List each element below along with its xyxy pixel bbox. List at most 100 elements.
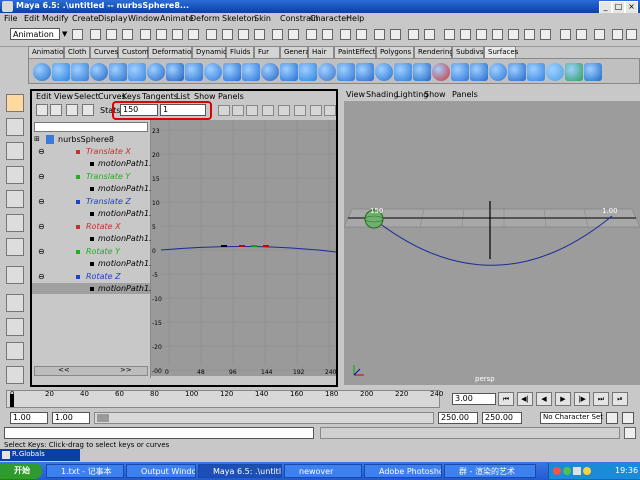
surface-tool-icon[interactable] <box>242 63 260 81</box>
tangent-icon[interactable] <box>232 105 244 116</box>
toolbox-tool-icon[interactable] <box>6 294 24 312</box>
status-line-icon[interactable] <box>340 29 351 40</box>
taskbar-item[interactable]: Maya 6.5: .\untitle... <box>198 464 282 478</box>
taskbar-item[interactable]: Output Window <box>126 464 196 478</box>
status-line-icon[interactable] <box>156 29 167 40</box>
surface-tool-icon[interactable] <box>147 63 165 81</box>
toolbox-tool-icon[interactable] <box>6 142 24 160</box>
status-line-icon[interactable] <box>172 29 183 40</box>
playback-start-field[interactable]: 1.00 <box>52 412 90 424</box>
expand-icon[interactable]: ⊞ <box>34 136 40 143</box>
status-line-icon[interactable] <box>460 29 471 40</box>
status-line-icon[interactable] <box>612 29 623 40</box>
channel-item[interactable]: Translate X <box>86 148 131 156</box>
toolbox-tool-icon[interactable] <box>6 118 24 136</box>
graph-editor-menu-list[interactable]: List <box>176 93 190 101</box>
menu-item-window[interactable]: Window <box>128 15 160 23</box>
toolbox-tool-icon[interactable] <box>6 190 24 208</box>
mel-input[interactable] <box>4 427 314 439</box>
toolbox-tool-icon[interactable] <box>6 318 24 336</box>
menu-item-edit[interactable]: Edit <box>24 15 40 23</box>
graph-editor-menu-panels[interactable]: Panels <box>218 93 244 101</box>
viewport-canvas[interactable]: 150 1.00 persp <box>344 101 640 385</box>
taskbar-item[interactable]: newover <box>284 464 362 478</box>
surface-tool-icon[interactable] <box>280 63 298 81</box>
shelf-tab-custom[interactable]: Custom <box>118 46 149 58</box>
graph-editor-menu-view[interactable]: View <box>54 93 73 101</box>
status-line-icon[interactable] <box>508 29 519 40</box>
shelf-tab-subdivs[interactable]: Subdivs <box>452 46 484 58</box>
status-line-icon[interactable] <box>140 29 151 40</box>
graph-area[interactable]: 23 20 15 10 5 0 -5 -10 -15 -20 -00 0 48 96 144 192 240 <box>151 120 336 376</box>
volume-icon[interactable] <box>573 467 581 475</box>
menu-item-deform[interactable]: Deform <box>190 15 220 23</box>
status-line-icon[interactable] <box>540 29 551 40</box>
status-line-icon[interactable] <box>356 29 367 40</box>
menu-item-create[interactable]: Create <box>72 15 99 23</box>
playback-button[interactable]: ⏭ <box>593 392 609 406</box>
graph-tool-icon[interactable] <box>82 104 94 116</box>
surface-tool-icon[interactable] <box>109 63 127 81</box>
animation-curve[interactable] <box>160 245 336 253</box>
status-line-icon[interactable] <box>206 29 217 40</box>
shelf-tab-hair[interactable]: Hair <box>308 46 334 58</box>
script-editor-icon[interactable] <box>624 427 636 439</box>
tangent-icon[interactable] <box>262 105 274 116</box>
curve-key-marker[interactable] <box>263 245 269 247</box>
surface-tool-icon[interactable] <box>318 63 336 81</box>
surface-tool-icon[interactable] <box>185 63 203 81</box>
status-line-icon[interactable] <box>560 29 571 40</box>
playback-button[interactable]: ⏯ <box>612 392 628 406</box>
range-handle[interactable] <box>97 414 109 422</box>
shelf-tab-animation[interactable]: Animation <box>28 46 68 58</box>
range-bar[interactable] <box>94 412 434 424</box>
surface-tool-icon[interactable] <box>223 63 241 81</box>
graph-editor-menu-select[interactable]: Select <box>74 93 99 101</box>
toolbox-tool-icon[interactable] <box>6 214 24 232</box>
start-button[interactable]: 开始 <box>0 463 42 479</box>
graph-editor-menu-edit[interactable]: Edit <box>36 93 52 101</box>
tray-icon[interactable] <box>563 467 571 475</box>
shelf-tab-polygons[interactable]: Polygons <box>376 46 414 58</box>
tangent-icon[interactable] <box>278 105 290 116</box>
taskbar-item[interactable]: 1.txt - 记事本 <box>46 464 124 478</box>
tray-icon[interactable] <box>553 467 561 475</box>
status-line-icon[interactable] <box>90 29 101 40</box>
playback-button[interactable]: ◀| <box>517 392 533 406</box>
status-line-icon[interactable] <box>306 29 317 40</box>
maya-app-icon[interactable] <box>2 1 13 12</box>
viewport-menu-shading[interactable]: Shading <box>366 91 399 99</box>
graph-editor-menu-show[interactable]: Show <box>194 93 216 101</box>
animation-start-field[interactable]: 1.00 <box>10 412 48 424</box>
status-line-icon[interactable] <box>254 29 265 40</box>
curve-key-marker[interactable] <box>239 245 245 247</box>
toolbox-tool-icon[interactable] <box>6 238 24 256</box>
collapse-icon[interactable]: ⊖ <box>38 148 45 156</box>
animation-end-field[interactable]: 250.00 <box>482 412 522 424</box>
graph-tool-icon[interactable] <box>50 104 62 116</box>
tangent-icon[interactable] <box>218 105 230 116</box>
surface-tool-icon[interactable] <box>489 63 507 81</box>
collapse-icon[interactable]: ⊖ <box>38 198 45 206</box>
collapse-icon[interactable]: ⊖ <box>38 273 45 281</box>
playback-button[interactable]: |▶ <box>574 392 590 406</box>
toolbox-tool-icon[interactable] <box>6 166 24 184</box>
status-line-icon[interactable] <box>444 29 455 40</box>
curve-key-marker[interactable] <box>251 245 257 247</box>
playback-button[interactable]: ⏮ <box>498 392 514 406</box>
scroll-left-button[interactable]: << <box>58 367 70 374</box>
surface-tool-icon[interactable] <box>356 63 374 81</box>
shelf-tab-dynamics[interactable]: Dynamics <box>192 46 231 58</box>
surface-tool-icon[interactable] <box>432 63 450 81</box>
viewport-menu-panels[interactable]: Panels <box>452 91 478 99</box>
surface-tool-icon[interactable] <box>71 63 89 81</box>
status-line-icon[interactable] <box>238 29 249 40</box>
status-line-icon[interactable] <box>524 29 535 40</box>
viewport-menu-view[interactable]: View <box>346 91 365 99</box>
shelf-tab-curves[interactable]: Curves <box>90 46 118 58</box>
shelf-tab-cloth[interactable]: Cloth <box>64 46 90 58</box>
menu-item-skeleton[interactable]: Skeleton <box>222 15 257 23</box>
scroll-right-button[interactable]: >> <box>120 367 132 374</box>
tangent-icon[interactable] <box>246 105 258 116</box>
shelf-tab-fluids[interactable]: Fluids <box>226 46 254 58</box>
